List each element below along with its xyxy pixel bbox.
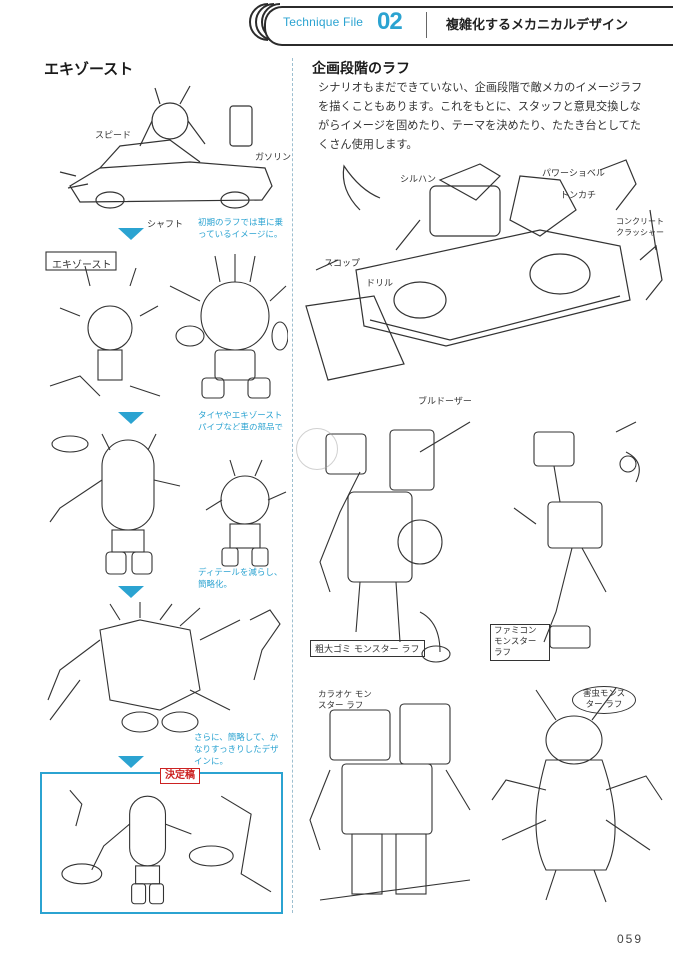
label-tank-5: ドリル: [366, 279, 394, 289]
label-tank-6: ブルドーザー: [418, 397, 472, 407]
sketch-karaoke-monster: [300, 680, 480, 916]
technique-label: Technique File: [283, 15, 364, 29]
note-3: ディテールを減らし、簡略化。: [198, 568, 283, 590]
final-design-frame: [40, 772, 283, 914]
arrow-down-icon: [118, 412, 144, 424]
label-tank-0: シルハン: [400, 175, 437, 185]
section-title-planning: 企画段階のラフ: [312, 61, 410, 77]
arrow-down-icon: [118, 228, 144, 240]
sketch-simplified-1: [40, 430, 288, 580]
label-tank-4: スコップ: [324, 259, 361, 269]
label-karaoke-monster: カラオケ モンスター ラフ: [318, 690, 372, 711]
sketch-simplified-2: [40, 600, 288, 740]
sketch-pest-monster: [486, 680, 668, 916]
label-pest-monster: 害虫モンスター ラフ: [572, 686, 636, 714]
label-shaft: シャフト: [147, 220, 184, 230]
arrow-down-icon: [118, 586, 144, 598]
label-junk-monster: 粗大ゴミ モンスター ラフ: [310, 640, 425, 657]
label-tank-3: コンクリートクラッシャー: [616, 217, 664, 237]
label-gasoline: ガソリン: [255, 153, 292, 163]
header-divider: [426, 12, 427, 38]
label-tank-1: パワーショベル: [542, 169, 605, 179]
label-tank-2: トンカチ: [560, 191, 597, 201]
note-4: さらに、簡略して、かなりすっきりしたデザインに。: [194, 733, 279, 767]
column-divider: [292, 58, 293, 913]
body-paragraph: シナリオもまだできていない、企画段階で敵メカのイメージラフを描くこともあります。…: [318, 81, 643, 151]
label-famicom-monster: ファミコン モンスター ラフ: [490, 624, 550, 661]
label-speed: スピード: [95, 131, 132, 141]
sketch-car-rough: [40, 76, 288, 216]
arrow-down-icon: [118, 756, 144, 768]
label-exhaust-title: エキゾースト: [52, 260, 112, 271]
page-number: 059: [617, 932, 644, 946]
sketch-tank-monster: [300, 150, 668, 402]
final-badge: 決定稿: [160, 768, 200, 784]
technique-number: 02: [377, 8, 403, 35]
page-title: 複雑化するメカニカルデザイン: [446, 18, 629, 33]
note-1: 初期のラフでは車に乗っているイメージに。: [198, 218, 284, 240]
watermark-stamp: [296, 428, 338, 470]
